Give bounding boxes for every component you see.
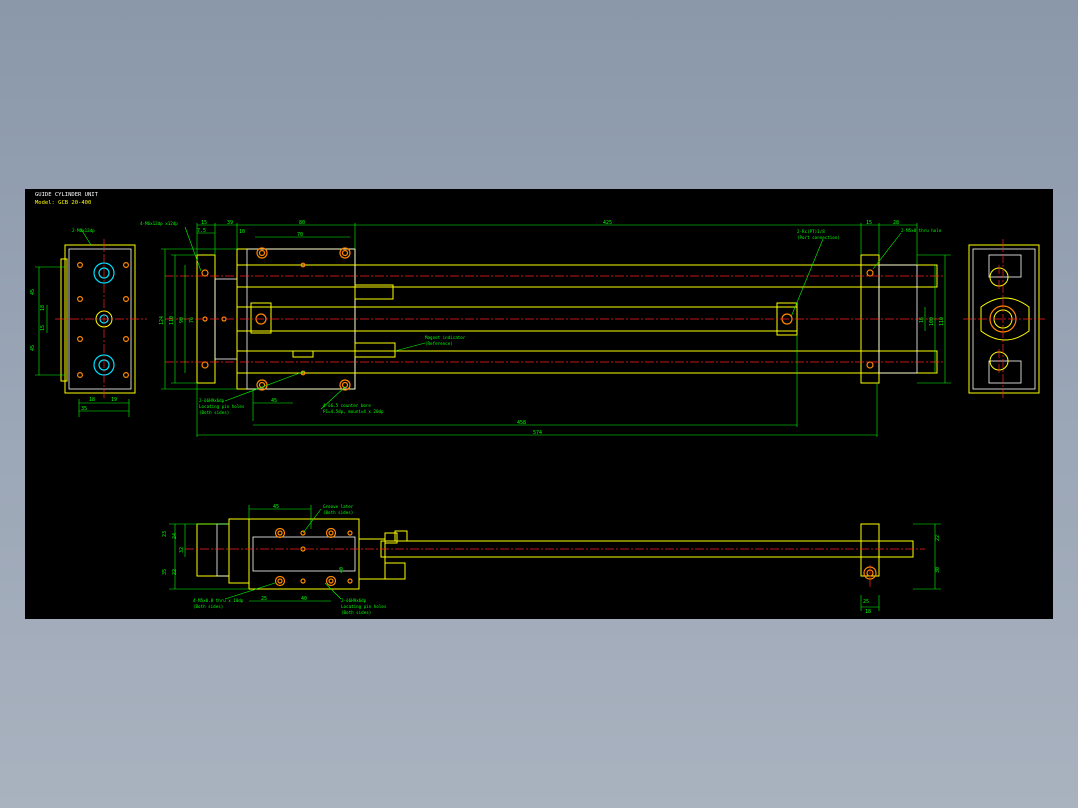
counter-callout-sub: P1=4.5dp, mount=4 x 20dp — [323, 409, 384, 414]
dim-bot-25b: 25 — [863, 599, 869, 605]
dim-main-76: 76 — [189, 317, 195, 323]
dim-main-110: 110 — [169, 316, 175, 325]
bottom-right-callout: 2-ö6H9x6dp — [341, 598, 367, 603]
dim-bot-30: 30 — [935, 567, 941, 573]
pin-left-sub1: Locating pin holes — [199, 404, 245, 409]
dim-main-458: 458 — [517, 420, 526, 426]
side-body — [248, 518, 360, 590]
dim-left-15: 15 — [40, 325, 46, 331]
bolt-callout: 2-M5x8 thru hole — [901, 228, 942, 233]
left-top-callout: 2-M6x12dp — [72, 228, 95, 233]
dim-top-15r: 15 — [866, 220, 872, 226]
bottom-left-callout-sub: (Both sides) — [193, 604, 223, 609]
drawing-title: GUIDE CYLINDER UNIT — [35, 192, 99, 198]
dim-bot-23: 23 — [162, 531, 168, 537]
cad-drawing: GUIDE CYLINDER UNIT Model: GCB 20-400 2-… — [30, 192, 1045, 615]
dim-bot-18: 18 — [865, 609, 871, 615]
bottom-right-callout-sub2: (Both sides) — [341, 610, 371, 615]
dim-right-100: 100 — [929, 317, 935, 326]
cad-drawing-sheet: GUIDE CYLINDER UNIT Model: GCB 20-400 2-… — [25, 189, 1053, 619]
dim-top-80: 80 — [299, 220, 305, 226]
port-callout-sub: (Port connection) — [797, 235, 840, 240]
magnet-callout-sub: (Reference) — [425, 341, 453, 346]
counter-callout: 4-ö6.5 counter bore — [323, 403, 371, 408]
dim-right-110: 110 — [939, 317, 945, 326]
dim-top-28: 28 — [893, 220, 899, 226]
dim-top-15: 15 — [201, 220, 207, 226]
dim-bot-40: 40 — [339, 567, 345, 573]
dim-main-574: 574 — [533, 430, 542, 436]
left-end-view — [35, 228, 147, 417]
dim-bot-45: 45 — [273, 504, 279, 510]
bottom-left-callout: 4-M5x0.8 thru x 10dp — [193, 598, 244, 603]
dim-top-10: 10 — [239, 229, 245, 235]
dim-bot-40b: 40 — [301, 596, 307, 602]
dim-right-16: 16 — [919, 317, 925, 323]
main-plan-view — [161, 223, 951, 437]
groove-callout-sub: (Both sides) — [323, 510, 353, 515]
dim-bot-35: 35 — [162, 569, 168, 575]
dim-bot-25: 25 — [261, 596, 267, 602]
dim-top-70: 70 — [297, 232, 303, 238]
dim-left-w19: 19 — [111, 397, 117, 403]
bottom-right-callout-sub1: Locating pin holes — [341, 604, 387, 609]
dim-main-45: 45 — [271, 398, 277, 404]
plate-holes-callout: 4-M6x12dp x12dp — [140, 221, 178, 226]
magnet-callout: Magnet indicator — [425, 335, 466, 340]
right-end-view — [963, 239, 1045, 399]
dim-top-425: 425 — [603, 220, 612, 226]
side-view — [169, 505, 941, 611]
port-callout: 2-Rc(PT)1/8 — [797, 229, 825, 234]
groove-callout: Groove later — [323, 504, 354, 509]
dim-bot-24: 24 — [172, 533, 178, 539]
dim-main-124: 124 — [159, 316, 165, 325]
dim-top-39: 39 — [227, 220, 233, 226]
dim-left-45a: 45 — [30, 289, 36, 295]
dim-left-45b: 45 — [30, 345, 36, 351]
dim-left-18: 18 — [40, 305, 46, 311]
drawing-model: Model: GCB 20-400 — [35, 200, 91, 206]
dim-left-w18: 18 — [89, 397, 95, 403]
pin-left-sub2: (Both sides) — [199, 410, 229, 415]
pin-left-callout: 2-ö6H9x6dp — [199, 398, 225, 403]
dim-main-90: 90 — [179, 317, 185, 323]
dim-bot-22: 22 — [935, 535, 941, 541]
dim-top-7-5: 7.5 — [197, 228, 206, 234]
dim-left-w35: 35 — [81, 406, 87, 412]
dim-bot-22a: 22 — [172, 569, 178, 575]
dim-bot-32: 32 — [179, 547, 185, 553]
